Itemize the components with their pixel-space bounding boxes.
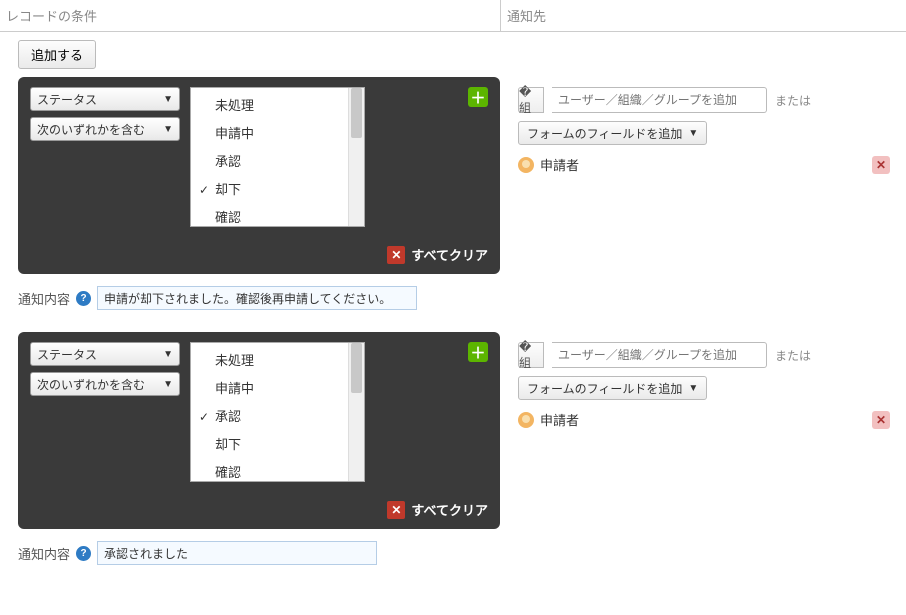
scrollbar[interactable] bbox=[348, 343, 364, 481]
help-icon[interactable]: ? bbox=[76, 291, 91, 306]
or-text: または bbox=[775, 92, 811, 109]
list-item[interactable]: 確認 bbox=[191, 459, 348, 487]
org-picker-icon[interactable]: �組 bbox=[518, 87, 544, 113]
list-item[interactable]: 申請中 bbox=[191, 375, 348, 403]
chevron-down-icon: ▼ bbox=[688, 128, 698, 139]
recipient-search-input[interactable] bbox=[552, 87, 767, 113]
list-item[interactable]: 承認 bbox=[191, 403, 348, 431]
chevron-down-icon: ▼ bbox=[688, 383, 698, 394]
field-select-label: ステータス bbox=[37, 91, 97, 108]
add-condition-icon[interactable]: ＋ bbox=[468, 342, 488, 362]
value-listbox[interactable]: 未処理 申請中 承認 却下 確認 bbox=[190, 87, 365, 227]
condition-panel: ステータス ▼ 次のいずれかを含む ▼ 未処理 申請中 承認 bbox=[18, 332, 500, 529]
list-item[interactable]: 承認 bbox=[191, 148, 348, 176]
chevron-down-icon: ▼ bbox=[163, 379, 173, 390]
recipient-item: 申請者 ✕ bbox=[518, 410, 890, 429]
column-header-recipients: 通知先 bbox=[501, 0, 906, 32]
notification-label: 通知内容 bbox=[18, 289, 70, 308]
operator-select-label: 次のいずれかを含む bbox=[37, 376, 145, 393]
clear-all-button[interactable]: すべてクリア bbox=[411, 500, 488, 519]
chevron-down-icon: ▼ bbox=[163, 94, 173, 105]
add-form-field-label: フォームのフィールドを追加 bbox=[527, 125, 682, 142]
or-text: または bbox=[775, 347, 811, 364]
chevron-down-icon: ▼ bbox=[163, 124, 173, 135]
list-item[interactable]: 未処理 bbox=[191, 92, 348, 120]
operator-select[interactable]: 次のいずれかを含む ▼ bbox=[30, 117, 180, 141]
operator-select-label: 次のいずれかを含む bbox=[37, 121, 145, 138]
close-icon[interactable]: ✕ bbox=[387, 246, 405, 264]
field-select[interactable]: ステータス ▼ bbox=[30, 87, 180, 111]
notification-input[interactable] bbox=[97, 541, 377, 565]
condition-panel: ステータス ▼ 次のいずれかを含む ▼ 未処理 申請中 承認 bbox=[18, 77, 500, 274]
notification-input[interactable] bbox=[97, 286, 417, 310]
recipient-name: 申請者 bbox=[540, 155, 579, 174]
close-icon[interactable]: ✕ bbox=[387, 501, 405, 519]
recipient-item: 申請者 ✕ bbox=[518, 155, 890, 174]
list-item[interactable]: 申請中 bbox=[191, 120, 348, 148]
add-condition-icon[interactable]: ＋ bbox=[468, 87, 488, 107]
list-item[interactable]: 確認 bbox=[191, 204, 348, 232]
operator-select[interactable]: 次のいずれかを含む ▼ bbox=[30, 372, 180, 396]
list-item[interactable]: 却下 bbox=[191, 176, 348, 204]
add-button[interactable]: 追加する bbox=[18, 40, 96, 69]
field-select-label: ステータス bbox=[37, 346, 97, 363]
add-form-field-label: フォームのフィールドを追加 bbox=[527, 380, 682, 397]
notification-label: 通知内容 bbox=[18, 544, 70, 563]
list-item[interactable]: 未処理 bbox=[191, 347, 348, 375]
user-icon bbox=[518, 412, 534, 428]
user-icon bbox=[518, 157, 534, 173]
org-picker-icon[interactable]: �組 bbox=[518, 342, 544, 368]
scrollbar[interactable] bbox=[348, 88, 364, 226]
add-form-field-button[interactable]: フォームのフィールドを追加 ▼ bbox=[518, 376, 707, 400]
help-icon[interactable]: ? bbox=[76, 546, 91, 561]
field-select[interactable]: ステータス ▼ bbox=[30, 342, 180, 366]
value-listbox[interactable]: 未処理 申請中 承認 却下 確認 bbox=[190, 342, 365, 482]
clear-all-button[interactable]: すべてクリア bbox=[411, 245, 488, 264]
recipient-search-input[interactable] bbox=[552, 342, 767, 368]
remove-recipient-icon[interactable]: ✕ bbox=[872, 156, 890, 174]
add-form-field-button[interactable]: フォームのフィールドを追加 ▼ bbox=[518, 121, 707, 145]
recipient-name: 申請者 bbox=[540, 410, 579, 429]
remove-recipient-icon[interactable]: ✕ bbox=[872, 411, 890, 429]
list-item[interactable]: 却下 bbox=[191, 431, 348, 459]
chevron-down-icon: ▼ bbox=[163, 349, 173, 360]
column-header-conditions: レコードの条件 bbox=[0, 0, 500, 32]
